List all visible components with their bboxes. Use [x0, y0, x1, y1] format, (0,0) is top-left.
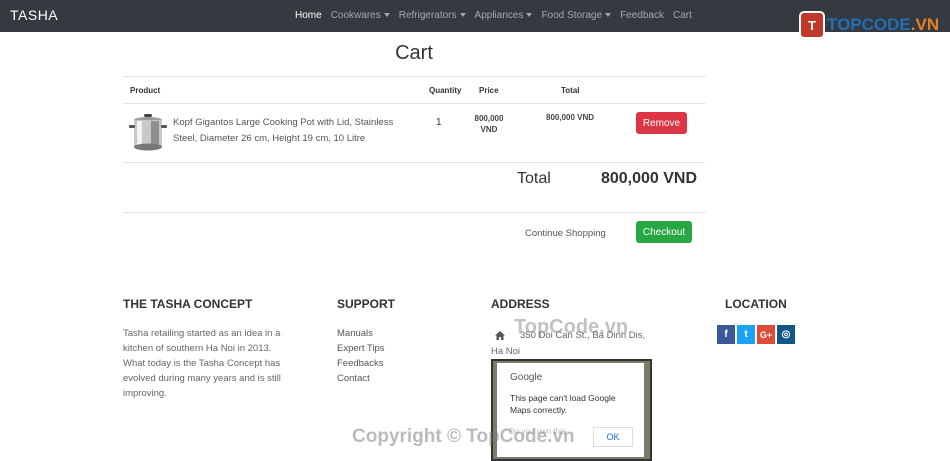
- footer-support-links: Manuals Expert Tips Feedbacks Contact: [337, 326, 385, 386]
- header-product: Product: [130, 86, 161, 95]
- instagram-icon[interactable]: ◎: [777, 325, 795, 344]
- watermark-copyright: Copyright © TopCode.vn: [352, 426, 575, 447]
- footer-concept-text: Tasha retailing started as an idea in a …: [123, 328, 281, 399]
- google-logo: Google: [510, 372, 543, 383]
- watermark-text: TopCode.vn: [514, 316, 629, 338]
- nav-menu: Home Cookwares Refrigerators Appliances …: [295, 10, 701, 21]
- topcode-watermark-logo: T TOPCODE.VN: [801, 11, 939, 39]
- topcode-logo-text: TOPCODE.VN: [827, 15, 940, 34]
- nav-item-cookwares[interactable]: Cookwares: [331, 10, 390, 21]
- footer-link-manuals[interactable]: Manuals: [337, 326, 385, 341]
- twitter-icon[interactable]: t: [737, 325, 755, 344]
- nav-item-food-storage[interactable]: Food Storage: [541, 10, 612, 21]
- map-error-message: This page can't load Google Maps correct…: [510, 393, 616, 415]
- divider: [123, 76, 705, 77]
- chevron-down-icon: [526, 13, 533, 18]
- chevron-down-icon: [383, 13, 390, 18]
- header-quantity: Quantity: [429, 86, 462, 95]
- total-value: 800,000 VND: [600, 170, 697, 187]
- footer-link-feedbacks[interactable]: Feedbacks: [337, 356, 385, 371]
- cooking-pot-icon: [129, 114, 167, 151]
- footer-support-title: SUPPORT: [337, 297, 396, 311]
- divider: [123, 162, 705, 163]
- total-label: Total: [517, 170, 551, 187]
- quantity-value: 1: [436, 117, 442, 128]
- footer-address-title: ADDRESS: [491, 297, 550, 311]
- footer-link-contact[interactable]: Contact: [337, 371, 385, 386]
- nav-item-refrigerators[interactable]: Refrigerators: [399, 10, 466, 21]
- remove-button[interactable]: Remove: [636, 112, 687, 134]
- facebook-icon[interactable]: f: [717, 325, 735, 344]
- footer-concept-title: THE TASHA CONCEPT: [123, 297, 253, 311]
- footer-link-expert-tips[interactable]: Expert Tips: [337, 341, 385, 356]
- header-price: Price: [479, 86, 499, 95]
- chevron-down-icon: [459, 13, 466, 18]
- product-name[interactable]: Kopf Gigantos Large Cooking Pot with Lid…: [173, 115, 413, 147]
- nav-item-home[interactable]: Home: [295, 10, 322, 21]
- price-value: 800,000 VND: [474, 114, 504, 134]
- brand-link[interactable]: TASHA: [10, 7, 58, 23]
- nav-item-appliances[interactable]: Appliances: [475, 10, 533, 21]
- header-total: Total: [561, 86, 580, 95]
- nav-item-feedback[interactable]: Feedback: [620, 10, 664, 21]
- checkout-button[interactable]: Checkout: [636, 221, 692, 243]
- google-plus-icon[interactable]: G+: [757, 325, 775, 344]
- footer-location-title: LOCATION: [725, 297, 787, 311]
- nav-item-cart[interactable]: Cart: [673, 10, 692, 21]
- page-title: Cart: [395, 42, 433, 64]
- line-total-value: 800,000 VND: [546, 113, 595, 122]
- divider: [123, 212, 705, 213]
- topcode-logo-icon: T: [801, 13, 823, 37]
- continue-shopping-link[interactable]: Continue Shopping: [525, 228, 606, 239]
- chevron-down-icon: [605, 13, 612, 18]
- divider: [123, 103, 705, 104]
- map-ok-button[interactable]: OK: [593, 427, 633, 447]
